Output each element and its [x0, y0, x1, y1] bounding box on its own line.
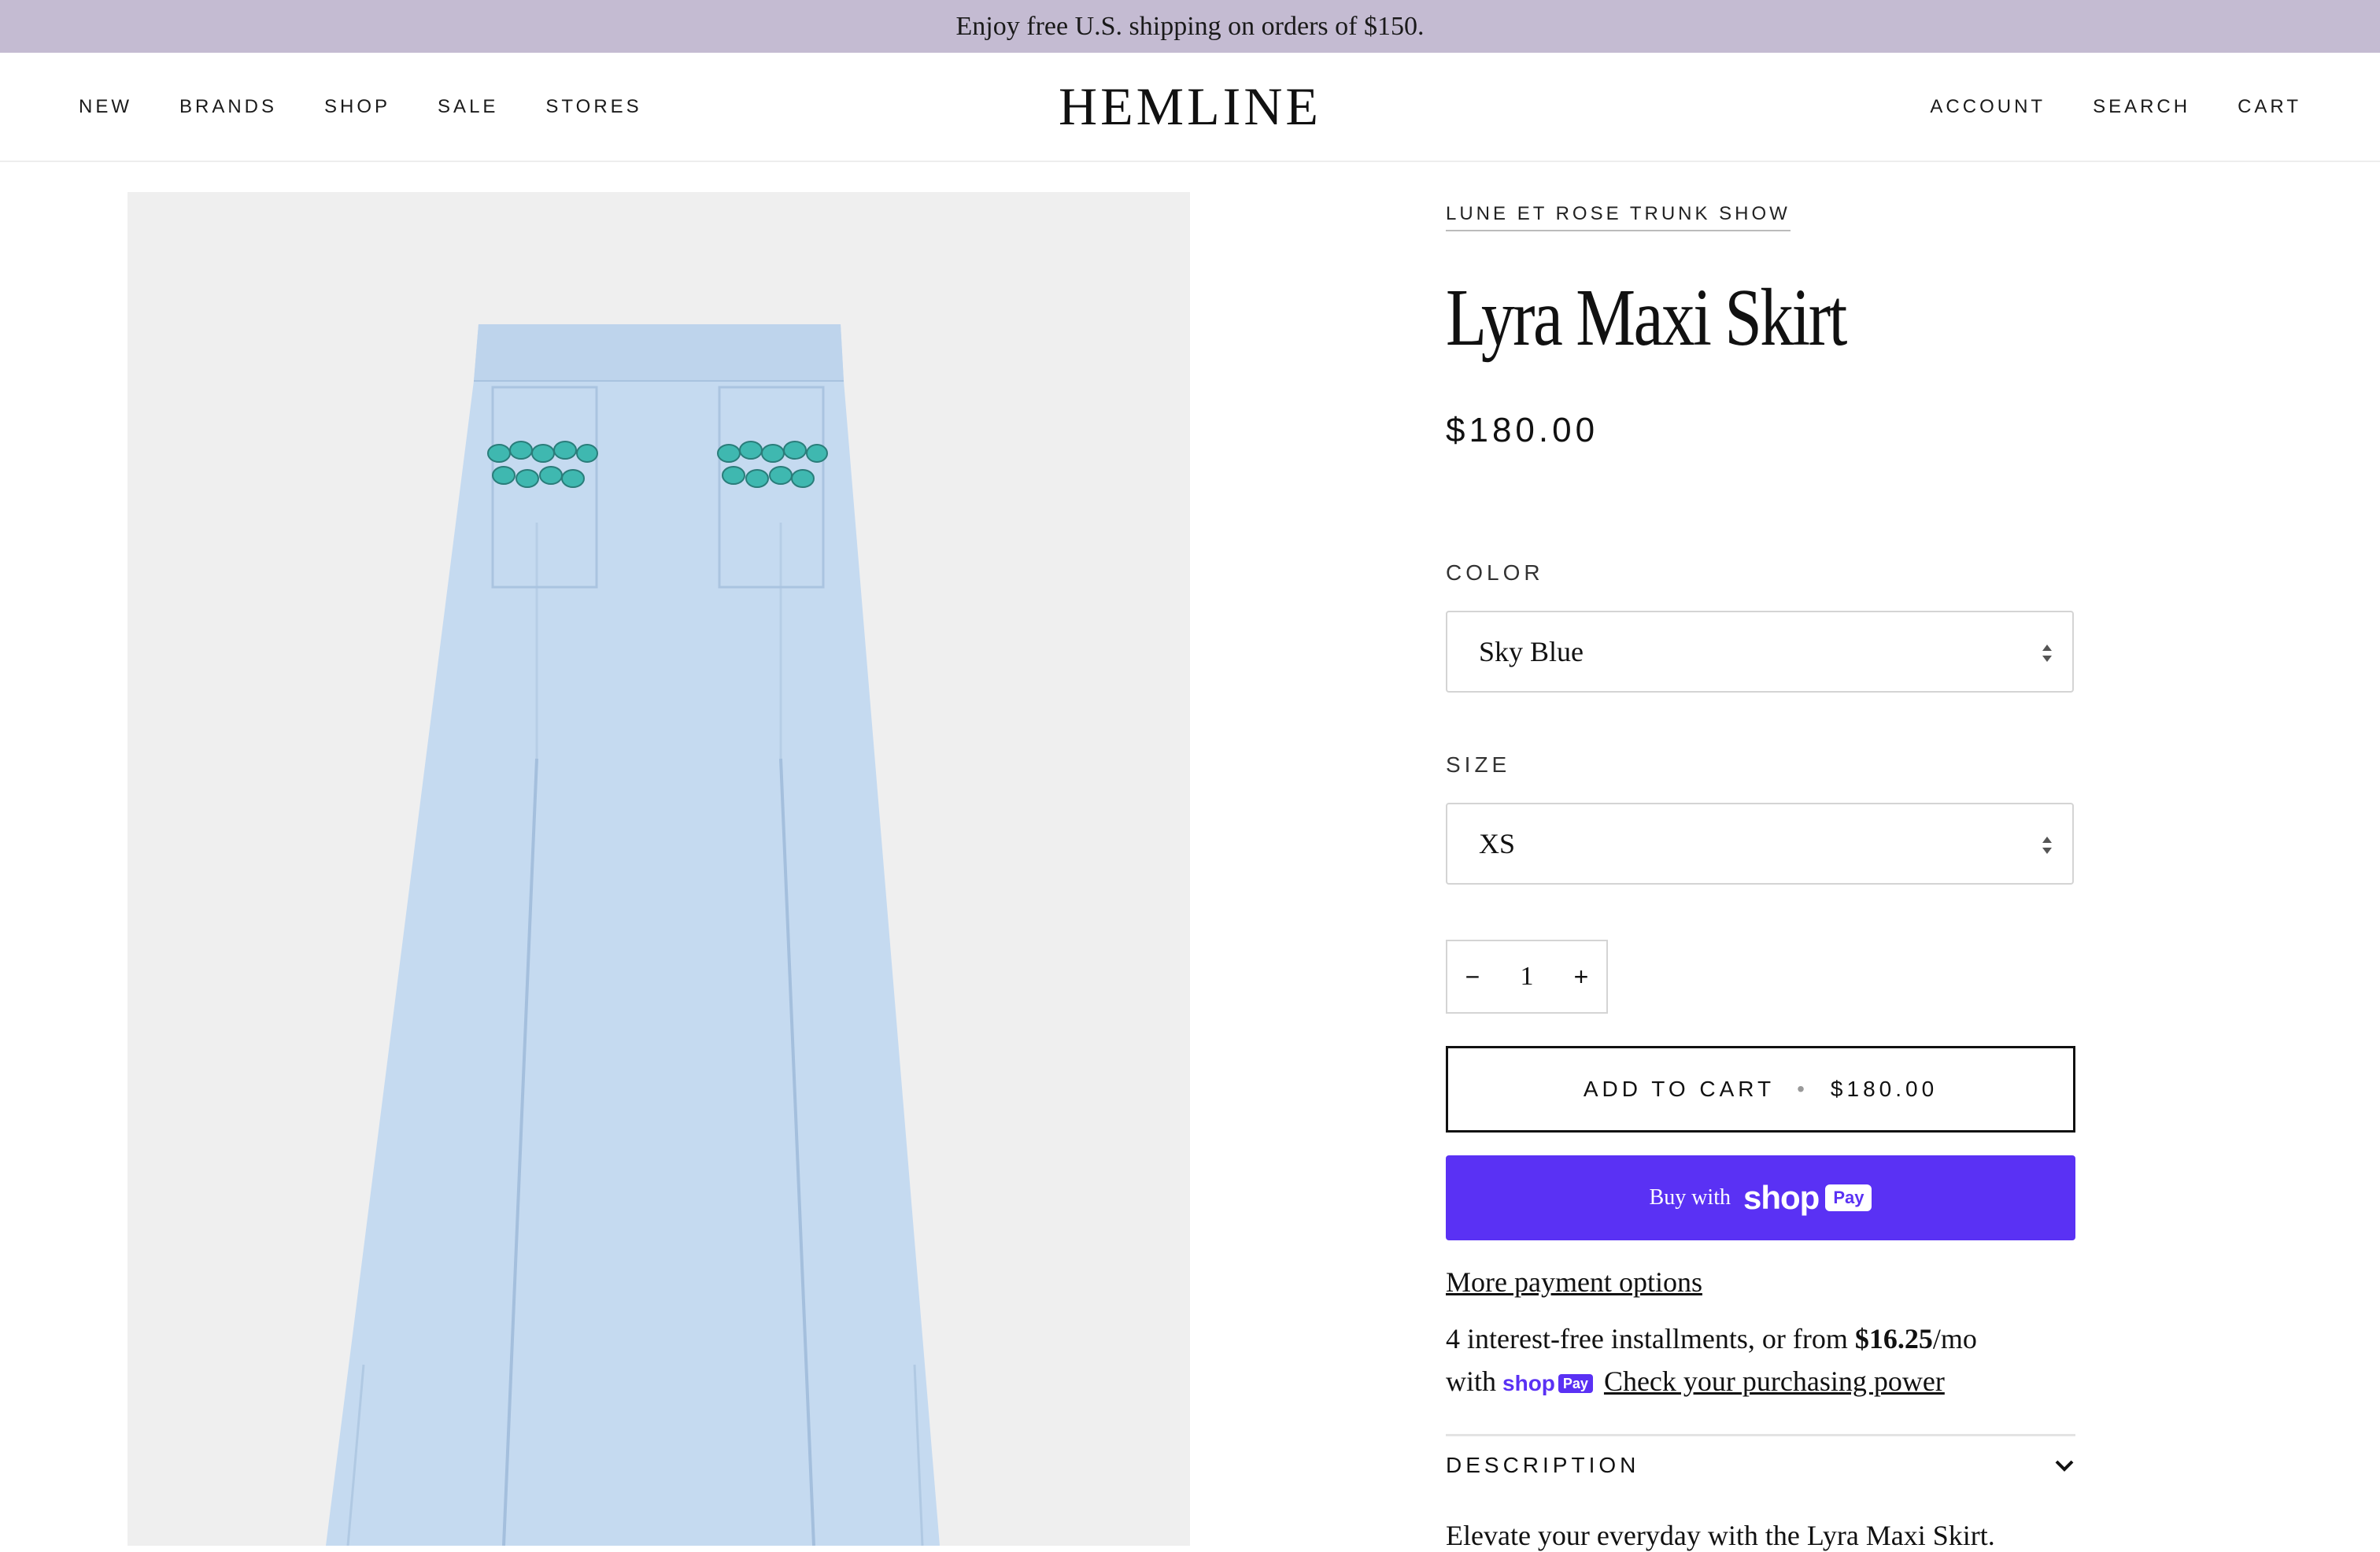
promo-text: Enjoy free U.S. shipping on orders of $1…: [955, 11, 1425, 41]
quantity-value[interactable]: 1: [1498, 962, 1556, 992]
shop-pay-button[interactable]: Buy with shop Pay: [1446, 1155, 2075, 1240]
select-arrows-icon: [2042, 645, 2052, 662]
shop-pay-badge: Pay: [1825, 1184, 1872, 1211]
shop-pay-mini-logo-icon: shop: [1502, 1371, 1555, 1395]
installments-text: 4 interest-free installments, or from: [1446, 1323, 1848, 1354]
installments-message: 4 interest-free installments, or from $1…: [1446, 1317, 2075, 1405]
add-to-cart-label: ADD TO CART: [1583, 1077, 1776, 1101]
color-select[interactable]: Sky Blue: [1446, 611, 2074, 693]
product-title: Lyra Maxi Skirt: [1446, 272, 1847, 363]
nav-sale[interactable]: SALE: [438, 96, 498, 118]
skirt-waistband: [474, 324, 844, 381]
description-text: Elevate your everyday with the Lyra Maxi…: [1446, 1520, 1995, 1551]
site-logo[interactable]: HEMLINE: [1059, 76, 1321, 138]
product-image: [128, 192, 1190, 1546]
chevron-down-icon: [2055, 1460, 2074, 1472]
product-price: $180.00: [1446, 411, 1599, 449]
description-title: DESCRIPTION: [1446, 1453, 1640, 1477]
installments-suffix: /mo: [1932, 1323, 1977, 1354]
shop-pay-logo-icon: shop: [1743, 1179, 1820, 1216]
description-toggle[interactable]: DESCRIPTION: [1446, 1437, 2075, 1500]
quantity-decrease-button[interactable]: −: [1447, 941, 1498, 1012]
nav-shop[interactable]: SHOP: [324, 96, 390, 118]
primary-nav: NEW BRANDS SHOP SALE STORES: [79, 53, 689, 161]
shop-pay-mini-badge: Pay: [1558, 1374, 1593, 1393]
nav-search[interactable]: SEARCH: [2093, 96, 2190, 118]
utility-nav: ACCOUNT SEARCH CART: [1883, 53, 2301, 161]
site-header: NEW BRANDS SHOP SALE STORES HEMLINE ACCO…: [0, 53, 2380, 162]
nav-stores[interactable]: STORES: [545, 96, 641, 118]
add-to-cart-button[interactable]: ADD TO CART • $180.00: [1446, 1046, 2075, 1133]
add-to-cart-price: $180.00: [1830, 1077, 1938, 1101]
quantity-increase-button[interactable]: +: [1556, 941, 1606, 1012]
nav-new[interactable]: NEW: [79, 96, 132, 118]
size-label: SIZE: [1446, 752, 1511, 777]
purchasing-power-link[interactable]: Check your purchasing power: [1604, 1365, 1945, 1397]
description-divider: [1446, 1434, 2075, 1436]
shop-pay-prefix: Buy with: [1649, 1185, 1731, 1210]
size-select[interactable]: XS: [1446, 803, 2074, 885]
nav-account[interactable]: ACCOUNT: [1930, 96, 2046, 118]
more-payment-options-link[interactable]: More payment options: [1446, 1266, 1702, 1299]
color-select-value: Sky Blue: [1479, 636, 1584, 667]
installments-amount: $16.25: [1854, 1323, 1933, 1354]
add-to-cart-separator: •: [1797, 1077, 1809, 1101]
skirt-illustration: [326, 324, 940, 1546]
color-label: COLOR: [1446, 560, 1544, 585]
installments-with: with: [1446, 1365, 1497, 1397]
nav-brands[interactable]: BRANDS: [179, 96, 277, 118]
quantity-stepper: − 1 +: [1446, 940, 1608, 1014]
promo-bar: Enjoy free U.S. shipping on orders of $1…: [0, 0, 2380, 53]
size-select-value: XS: [1479, 828, 1516, 859]
nav-cart[interactable]: CART: [2238, 96, 2301, 118]
skirt-body: [326, 324, 940, 1546]
vendor-link[interactable]: LUNE ET ROSE TRUNK SHOW: [1446, 203, 1791, 231]
select-arrows-icon: [2042, 837, 2052, 854]
